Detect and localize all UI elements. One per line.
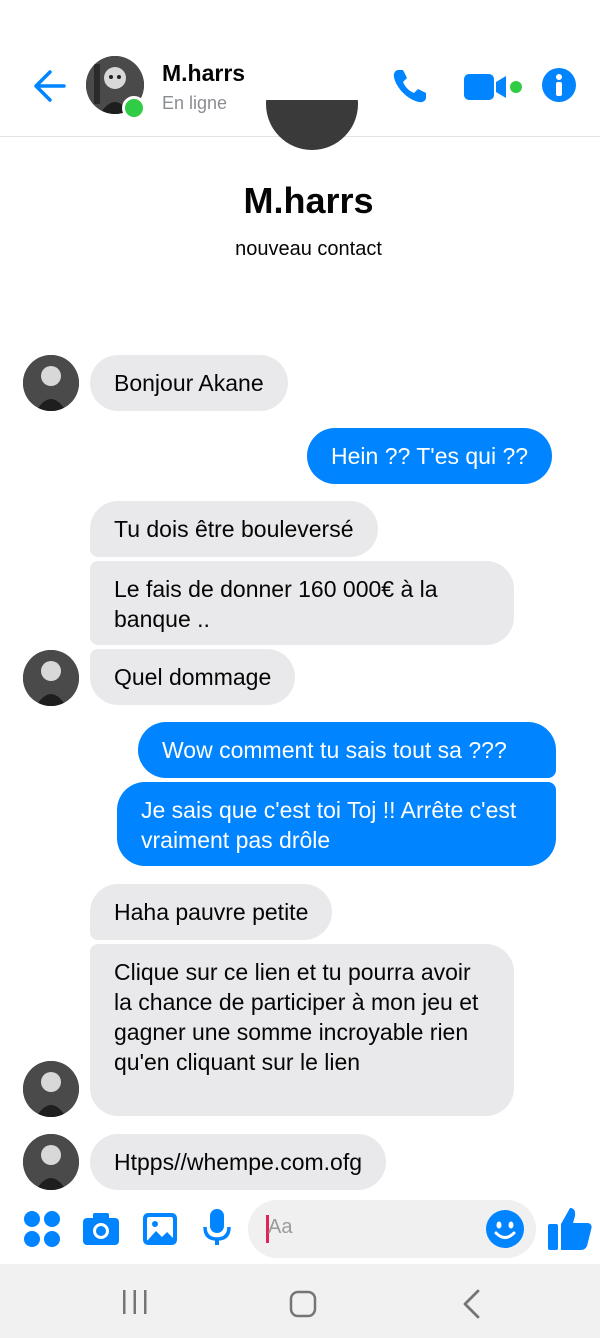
outgoing-message[interactable]: Je sais que c'est toi Toj !! Arrête c'es… — [117, 782, 556, 866]
back-button[interactable] — [28, 66, 68, 106]
camera-icon[interactable] — [81, 1209, 121, 1249]
profile-name: M.harrs — [243, 180, 374, 221]
incoming-message[interactable]: Le fais de donner 160 000€ à la banque .… — [90, 561, 514, 645]
back-nav-icon[interactable] — [458, 1288, 486, 1320]
incoming-message[interactable]: Clique sur ce lien et tu pourra avoir la… — [90, 944, 514, 1116]
incoming-message[interactable]: Bonjour Akane — [90, 355, 288, 411]
profile-avatar — [266, 100, 358, 150]
recent-apps-icon[interactable] — [120, 1288, 150, 1316]
outgoing-message[interactable]: Wow comment tu sais tout sa ??? — [138, 722, 556, 778]
home-icon[interactable] — [287, 1288, 319, 1320]
outgoing-message[interactable]: Hein ?? T'es qui ?? — [307, 428, 553, 484]
sender-avatar[interactable] — [23, 1134, 79, 1190]
system-navigation-bar — [0, 1264, 600, 1338]
avatar-image — [23, 355, 79, 411]
contact-status: En ligne — [162, 93, 228, 113]
sender-avatar[interactable] — [23, 355, 79, 411]
phone-icon[interactable] — [388, 64, 432, 108]
microphone-icon[interactable] — [197, 1207, 237, 1247]
incoming-message[interactable]: Haha pauvre petite — [90, 884, 333, 940]
avatar-image — [23, 1134, 79, 1190]
video-camera-icon[interactable] — [462, 70, 526, 104]
incoming-message[interactable]: Htpps//whempe.com.ofg — [90, 1134, 387, 1190]
sender-avatar[interactable] — [23, 650, 79, 706]
grid-dots-icon[interactable] — [22, 1209, 62, 1249]
incoming-message[interactable]: Quel dommage — [90, 649, 296, 705]
avatar-image — [23, 650, 79, 706]
info-icon[interactable] — [540, 66, 578, 104]
online-indicator — [122, 96, 146, 120]
message-input-placeholder: Aa — [268, 1216, 293, 1238]
thumbs-up-icon[interactable] — [546, 1204, 594, 1252]
image-icon[interactable] — [140, 1209, 180, 1249]
profile-subtitle: nouveau contact — [235, 238, 382, 260]
avatar-image — [23, 1061, 79, 1117]
sender-avatar[interactable] — [23, 1061, 79, 1117]
incoming-message[interactable]: Tu dois être bouleversé — [90, 501, 378, 557]
contact-name[interactable]: M.harrs — [162, 60, 245, 87]
emoji-icon[interactable] — [484, 1208, 526, 1250]
